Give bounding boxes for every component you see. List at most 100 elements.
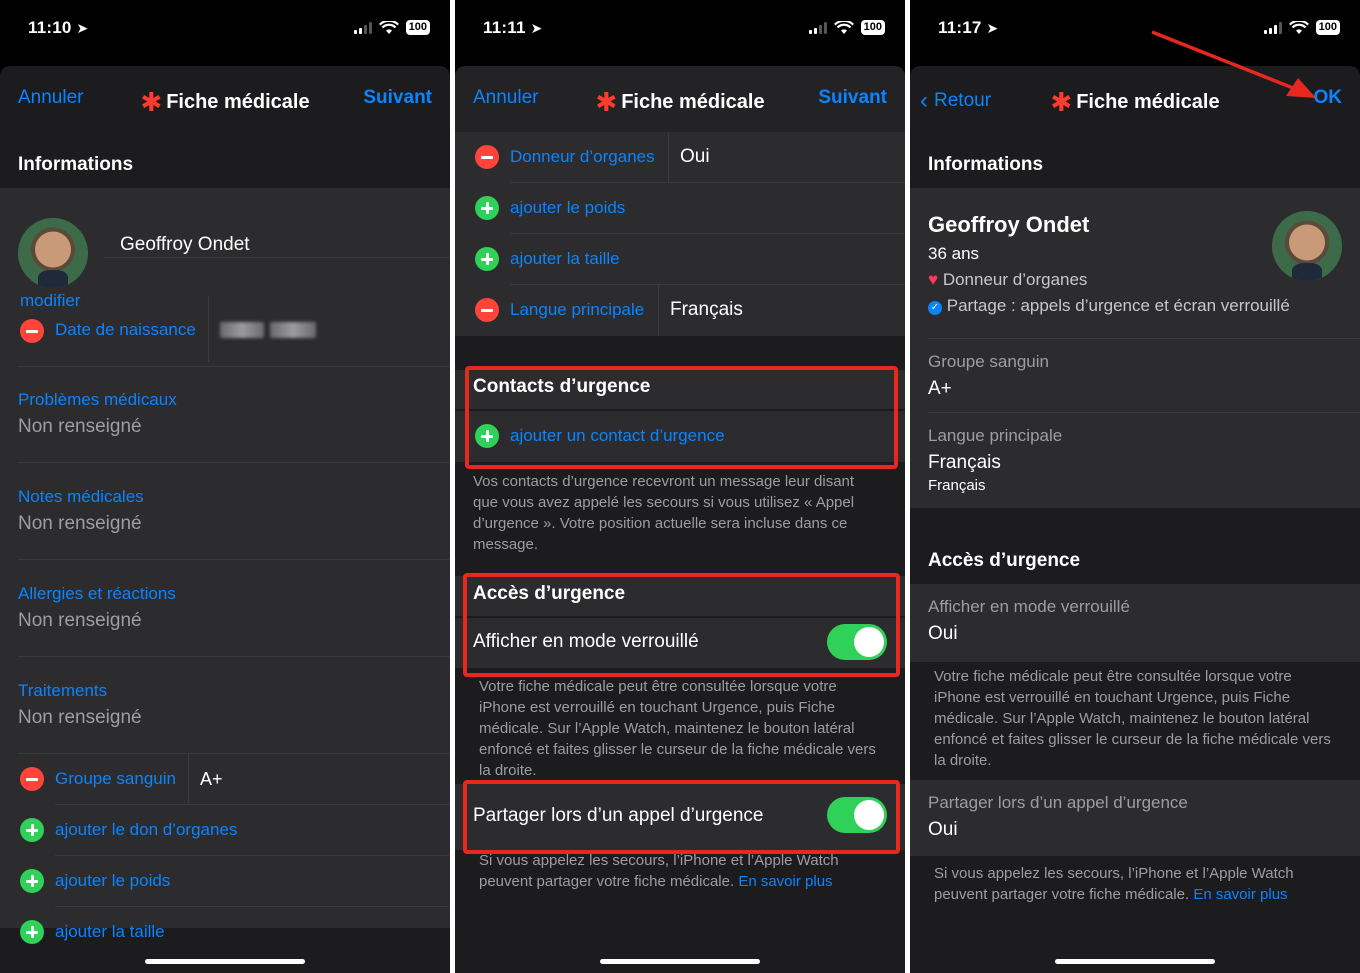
blood-type-value[interactable]: A+: [200, 769, 223, 790]
signal-icon: [353, 21, 372, 34]
learn-more-link[interactable]: En savoir plus: [1193, 886, 1287, 903]
page-title: Fiche médicale: [621, 91, 765, 113]
medical-notes-label[interactable]: Notes médicales: [18, 487, 144, 507]
medical-problems-value[interactable]: Non renseigné: [18, 416, 142, 438]
home-indicator: [1055, 959, 1215, 964]
highlight-box-contacts: [465, 366, 898, 469]
add-weight-link[interactable]: ajouter le poids: [510, 198, 625, 218]
learn-more-link[interactable]: En savoir plus: [738, 873, 832, 890]
organ-donor-value[interactable]: Oui: [680, 146, 710, 168]
language-subvalue: Français: [928, 477, 986, 494]
page-title: Fiche médicale: [1076, 91, 1220, 113]
allergies-value[interactable]: Non renseigné: [18, 610, 142, 632]
highlight-box-share: [463, 780, 900, 854]
show-when-locked-label: Afficher en mode verrouillé: [928, 597, 1130, 616]
status-time: 11:11: [483, 18, 526, 37]
remove-organ-donor-icon[interactable]: [475, 145, 499, 169]
age-label: 36 ans: [928, 244, 980, 263]
done-button[interactable]: OK: [1314, 87, 1343, 109]
section-header-informations: Informations: [928, 154, 1044, 175]
signal-icon: [808, 21, 827, 34]
blood-type-value: A+: [928, 378, 952, 399]
medical-id-sheet: Annuler ✱ Fiche médicale Suivant Informat…: [0, 66, 450, 973]
medical-id-sheet: Annuler ✱ Fiche médicale Suivant Donneur …: [455, 66, 905, 973]
battery-icon: 100: [860, 20, 885, 35]
blood-type-label: Groupe sanguin: [55, 769, 176, 788]
medical-star-icon: ✱: [595, 87, 618, 117]
avatar: [18, 218, 88, 288]
language-label: Langue principale: [928, 426, 1063, 445]
lock-row: [910, 584, 1360, 662]
medications-value[interactable]: Non renseigné: [18, 707, 142, 729]
add-height-link[interactable]: ajouter la taille: [55, 922, 165, 942]
location-icon: ➤: [76, 20, 89, 36]
section-header-access: Accès d’urgence: [928, 550, 1081, 571]
next-button[interactable]: Suivant: [363, 87, 432, 109]
medical-star-icon: ✱: [140, 87, 163, 117]
contacts-footnote: Vos contacts d’urgence recevront un mess…: [473, 473, 855, 553]
organ-donor-status: Donneur d’organes: [942, 270, 1088, 289]
status-bar: 11:17 ➤ 100: [910, 0, 1360, 56]
battery-icon: 100: [405, 20, 430, 35]
add-height-icon[interactable]: [475, 247, 499, 271]
wifi-icon: [1288, 20, 1309, 34]
wifi-icon: [378, 20, 399, 34]
medical-id-sheet: ‹ Retour ✱ Fiche médicale OK Informations …: [910, 66, 1360, 973]
home-indicator: [145, 959, 305, 964]
remove-language-icon[interactable]: [475, 298, 499, 322]
remove-birthdate-icon[interactable]: [20, 319, 44, 343]
phone-screen-2: 11:11 ➤ 100 Annuler ✱ Fiche médicale Suiva…: [455, 0, 905, 973]
status-time: 11:10: [28, 18, 72, 37]
nav-bar: Annuler ✱ Fiche médicale Suivant: [0, 66, 450, 132]
status-time: 11:17: [938, 18, 982, 37]
add-organ-donor-link[interactable]: ajouter le don d’organes: [55, 820, 237, 840]
nav-bar: Annuler ✱ Fiche médicale Suivant: [455, 66, 905, 132]
nav-bar: ‹ Retour ✱ Fiche médicale OK: [910, 66, 1360, 132]
add-weight-icon[interactable]: [20, 869, 44, 893]
add-height-icon[interactable]: [20, 920, 44, 944]
medical-notes-value[interactable]: Non renseigné: [18, 513, 142, 535]
signal-icon: [1263, 21, 1282, 34]
blood-type-label: Groupe sanguin: [928, 352, 1049, 371]
location-icon: ➤: [986, 20, 999, 36]
status-bar: 11:10 ➤ 100: [0, 0, 450, 56]
wifi-icon: [833, 20, 854, 34]
profile-name: Geoffroy Ondet: [928, 212, 1090, 237]
add-organ-donor-icon[interactable]: [20, 818, 44, 842]
status-bar: 11:11 ➤ 100: [455, 0, 905, 56]
phone-screen-3: 11:17 ➤ 100 ‹ Retour ✱ Fiche médicale OK In…: [910, 0, 1360, 973]
home-indicator: [600, 959, 760, 964]
language-value: Français: [928, 452, 1001, 473]
page-title: Fiche médicale: [166, 91, 310, 113]
add-height-link[interactable]: ajouter la taille: [510, 249, 620, 269]
phone-screen-1: 11:10 ➤ 100 Annuler ✱ Fiche médicale Suiva…: [0, 0, 450, 973]
birthdate-value-blurred[interactable]: [220, 322, 264, 338]
sharing-status: Partage : appels d’urgence et écran verr…: [946, 296, 1290, 315]
verified-check-icon: ✓: [928, 301, 942, 315]
birthdate-label: Date de naissance: [55, 320, 196, 339]
edit-photo-link[interactable]: modifier: [20, 291, 80, 311]
location-icon: ➤: [530, 20, 543, 36]
section-header-informations: Informations: [18, 154, 134, 175]
language-label: Langue principale: [510, 300, 645, 319]
share-emergency-call-value: Oui: [928, 819, 958, 840]
organ-donor-label: Donneur d’organes: [510, 147, 655, 166]
lock-footnote: Votre fiche médicale peut être consultée…: [479, 678, 876, 779]
medical-star-icon: ✱: [1050, 87, 1073, 117]
share-emergency-call-label: Partager lors d’un appel d’urgence: [928, 793, 1188, 812]
allergies-label[interactable]: Allergies et réactions: [18, 584, 176, 604]
show-when-locked-value: Oui: [928, 623, 958, 644]
medical-problems-label[interactable]: Problèmes médicaux: [18, 390, 177, 410]
name-field[interactable]: Geoffroy Ondet: [120, 234, 250, 256]
medications-label[interactable]: Traitements: [18, 681, 107, 701]
add-weight-link[interactable]: ajouter le poids: [55, 871, 170, 891]
share-row: [910, 780, 1360, 856]
language-value[interactable]: Français: [670, 299, 743, 321]
highlight-box-access: [463, 573, 900, 677]
remove-blood-type-icon[interactable]: [20, 767, 44, 791]
battery-icon: 100: [1315, 20, 1340, 35]
heart-icon: ♥: [928, 270, 939, 289]
add-weight-icon[interactable]: [475, 196, 499, 220]
lock-footnote: Votre fiche médicale peut être consultée…: [934, 668, 1331, 769]
next-button[interactable]: Suivant: [818, 87, 887, 109]
